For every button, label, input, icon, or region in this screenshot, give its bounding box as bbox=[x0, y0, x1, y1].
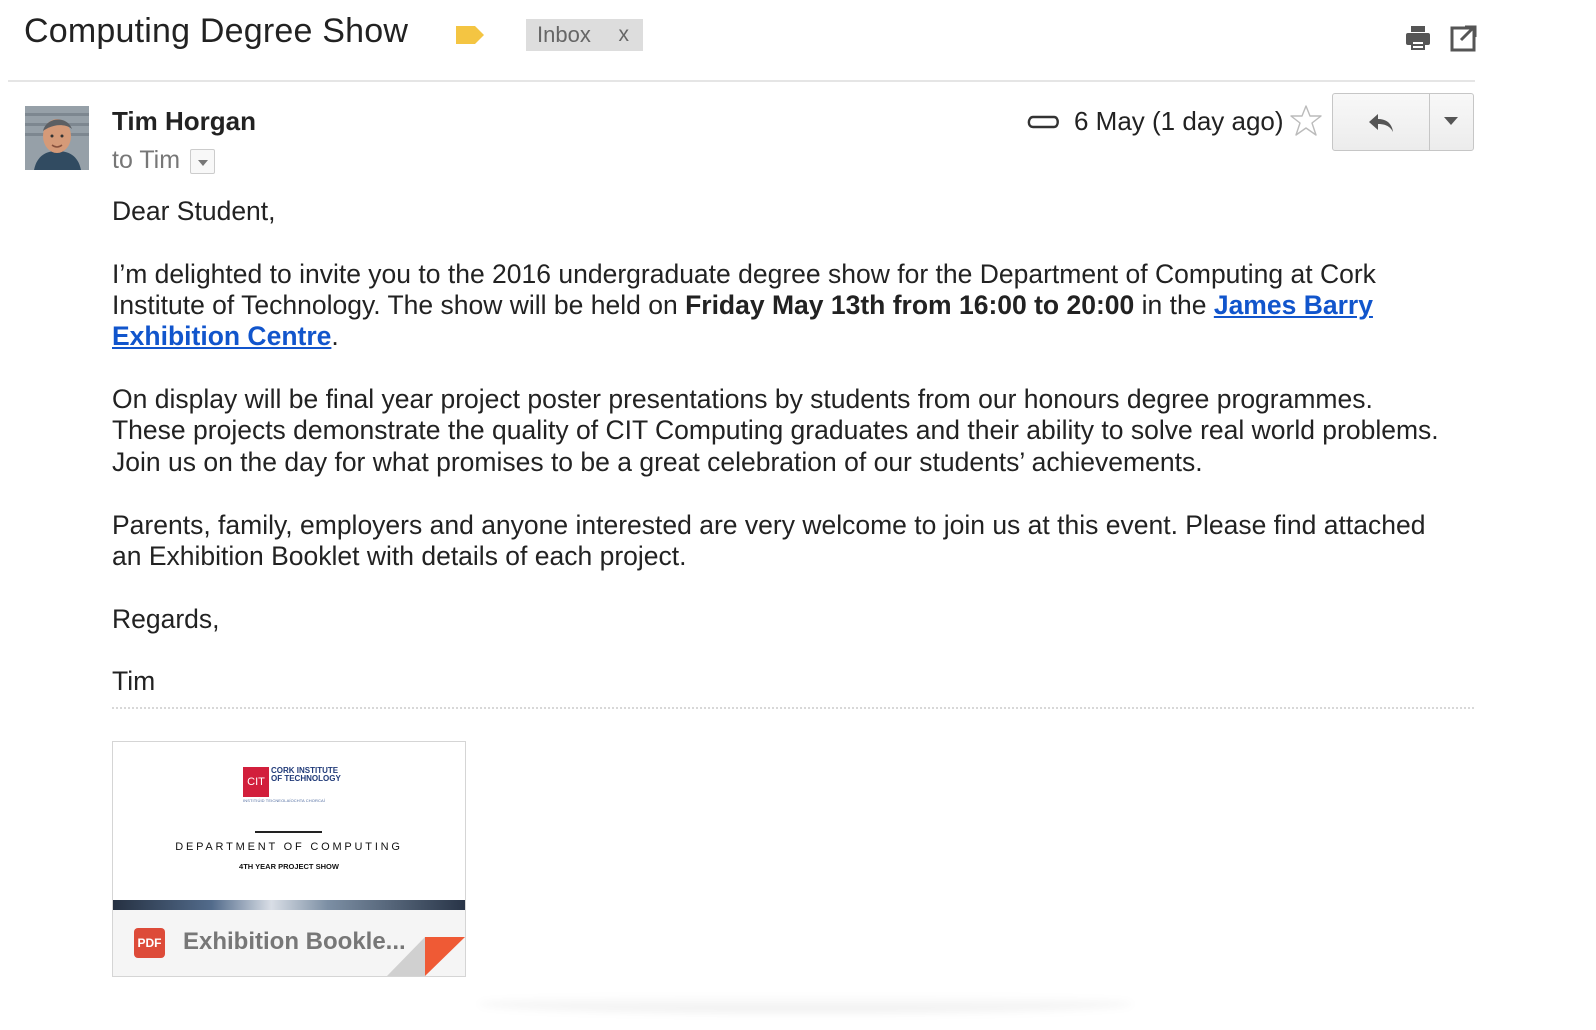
institution-irish-name: INSTITIÚID TEICNEOLAÍOCHTA CHORCAÍ bbox=[243, 798, 325, 803]
welcome-paragraph: Parents, family, employers and anyone in… bbox=[112, 509, 1426, 571]
sender-name[interactable]: Tim Horgan bbox=[112, 106, 256, 137]
closing: Regards, bbox=[112, 603, 220, 634]
reply-button[interactable] bbox=[1333, 94, 1430, 150]
star-icon[interactable] bbox=[1289, 104, 1323, 138]
sent-date: 6 May (1 day ago) bbox=[1074, 106, 1284, 136]
paperclip-icon bbox=[1027, 115, 1059, 129]
show-title: 4TH YEAR PROJECT SHOW bbox=[239, 862, 339, 871]
attachment-footer: PDF Exhibition Bookle... bbox=[113, 910, 465, 976]
bottom-shadow bbox=[478, 995, 1133, 1013]
label-tag-icon[interactable] bbox=[455, 25, 485, 45]
department-title: DEPARTMENT OF COMPUTING bbox=[175, 841, 403, 853]
sender-avatar[interactable] bbox=[25, 106, 89, 170]
preview-divider bbox=[255, 831, 322, 833]
inbox-label-chip[interactable]: Inbox x bbox=[526, 19, 643, 51]
message-body: Dear Student, I’m delighted to invite yo… bbox=[112, 196, 1452, 729]
institution-name: CORK INSTITUTE OF TECHNOLOGY bbox=[271, 766, 341, 783]
pdf-icon: PDF bbox=[134, 928, 165, 958]
email-message-view: { "email": { "subject": "Computing Degre… bbox=[0, 0, 1596, 1030]
recipient-line: to Tim bbox=[112, 146, 181, 174]
inbox-label-text: Inbox bbox=[537, 22, 591, 47]
header-divider bbox=[8, 80, 1475, 82]
remove-label-button[interactable]: x bbox=[619, 19, 630, 51]
email-subject: Computing Degree Show bbox=[24, 12, 409, 50]
show-details-button[interactable] bbox=[190, 149, 215, 174]
reply-icon bbox=[1369, 114, 1393, 132]
event-time: Friday May 13th from 16:00 to 20:00 bbox=[685, 290, 1135, 321]
print-icon[interactable] bbox=[1404, 24, 1432, 52]
invitation-paragraph: I’m delighted to invite you to the 2016 … bbox=[112, 259, 1452, 353]
reply-actions bbox=[1332, 93, 1474, 151]
page-curl-icon bbox=[387, 937, 465, 976]
pop-out-icon[interactable] bbox=[1450, 24, 1478, 52]
greeting: Dear Student, bbox=[112, 196, 276, 226]
attachment-preview: CIT CORK INSTITUTE OF TECHNOLOGY INSTITI… bbox=[113, 742, 465, 911]
invitation-text-end: . bbox=[331, 321, 339, 352]
display-paragraph: On display will be final year project po… bbox=[112, 384, 1439, 477]
invitation-text-middle: in the bbox=[1134, 290, 1214, 321]
cit-logo-mark: CIT bbox=[243, 767, 269, 797]
attachment-divider bbox=[112, 707, 1474, 709]
attachment-card[interactable]: CIT CORK INSTITUTE OF TECHNOLOGY INSTITI… bbox=[112, 741, 466, 977]
signature: Tim bbox=[112, 666, 156, 697]
more-reply-options-button[interactable] bbox=[1430, 94, 1473, 150]
